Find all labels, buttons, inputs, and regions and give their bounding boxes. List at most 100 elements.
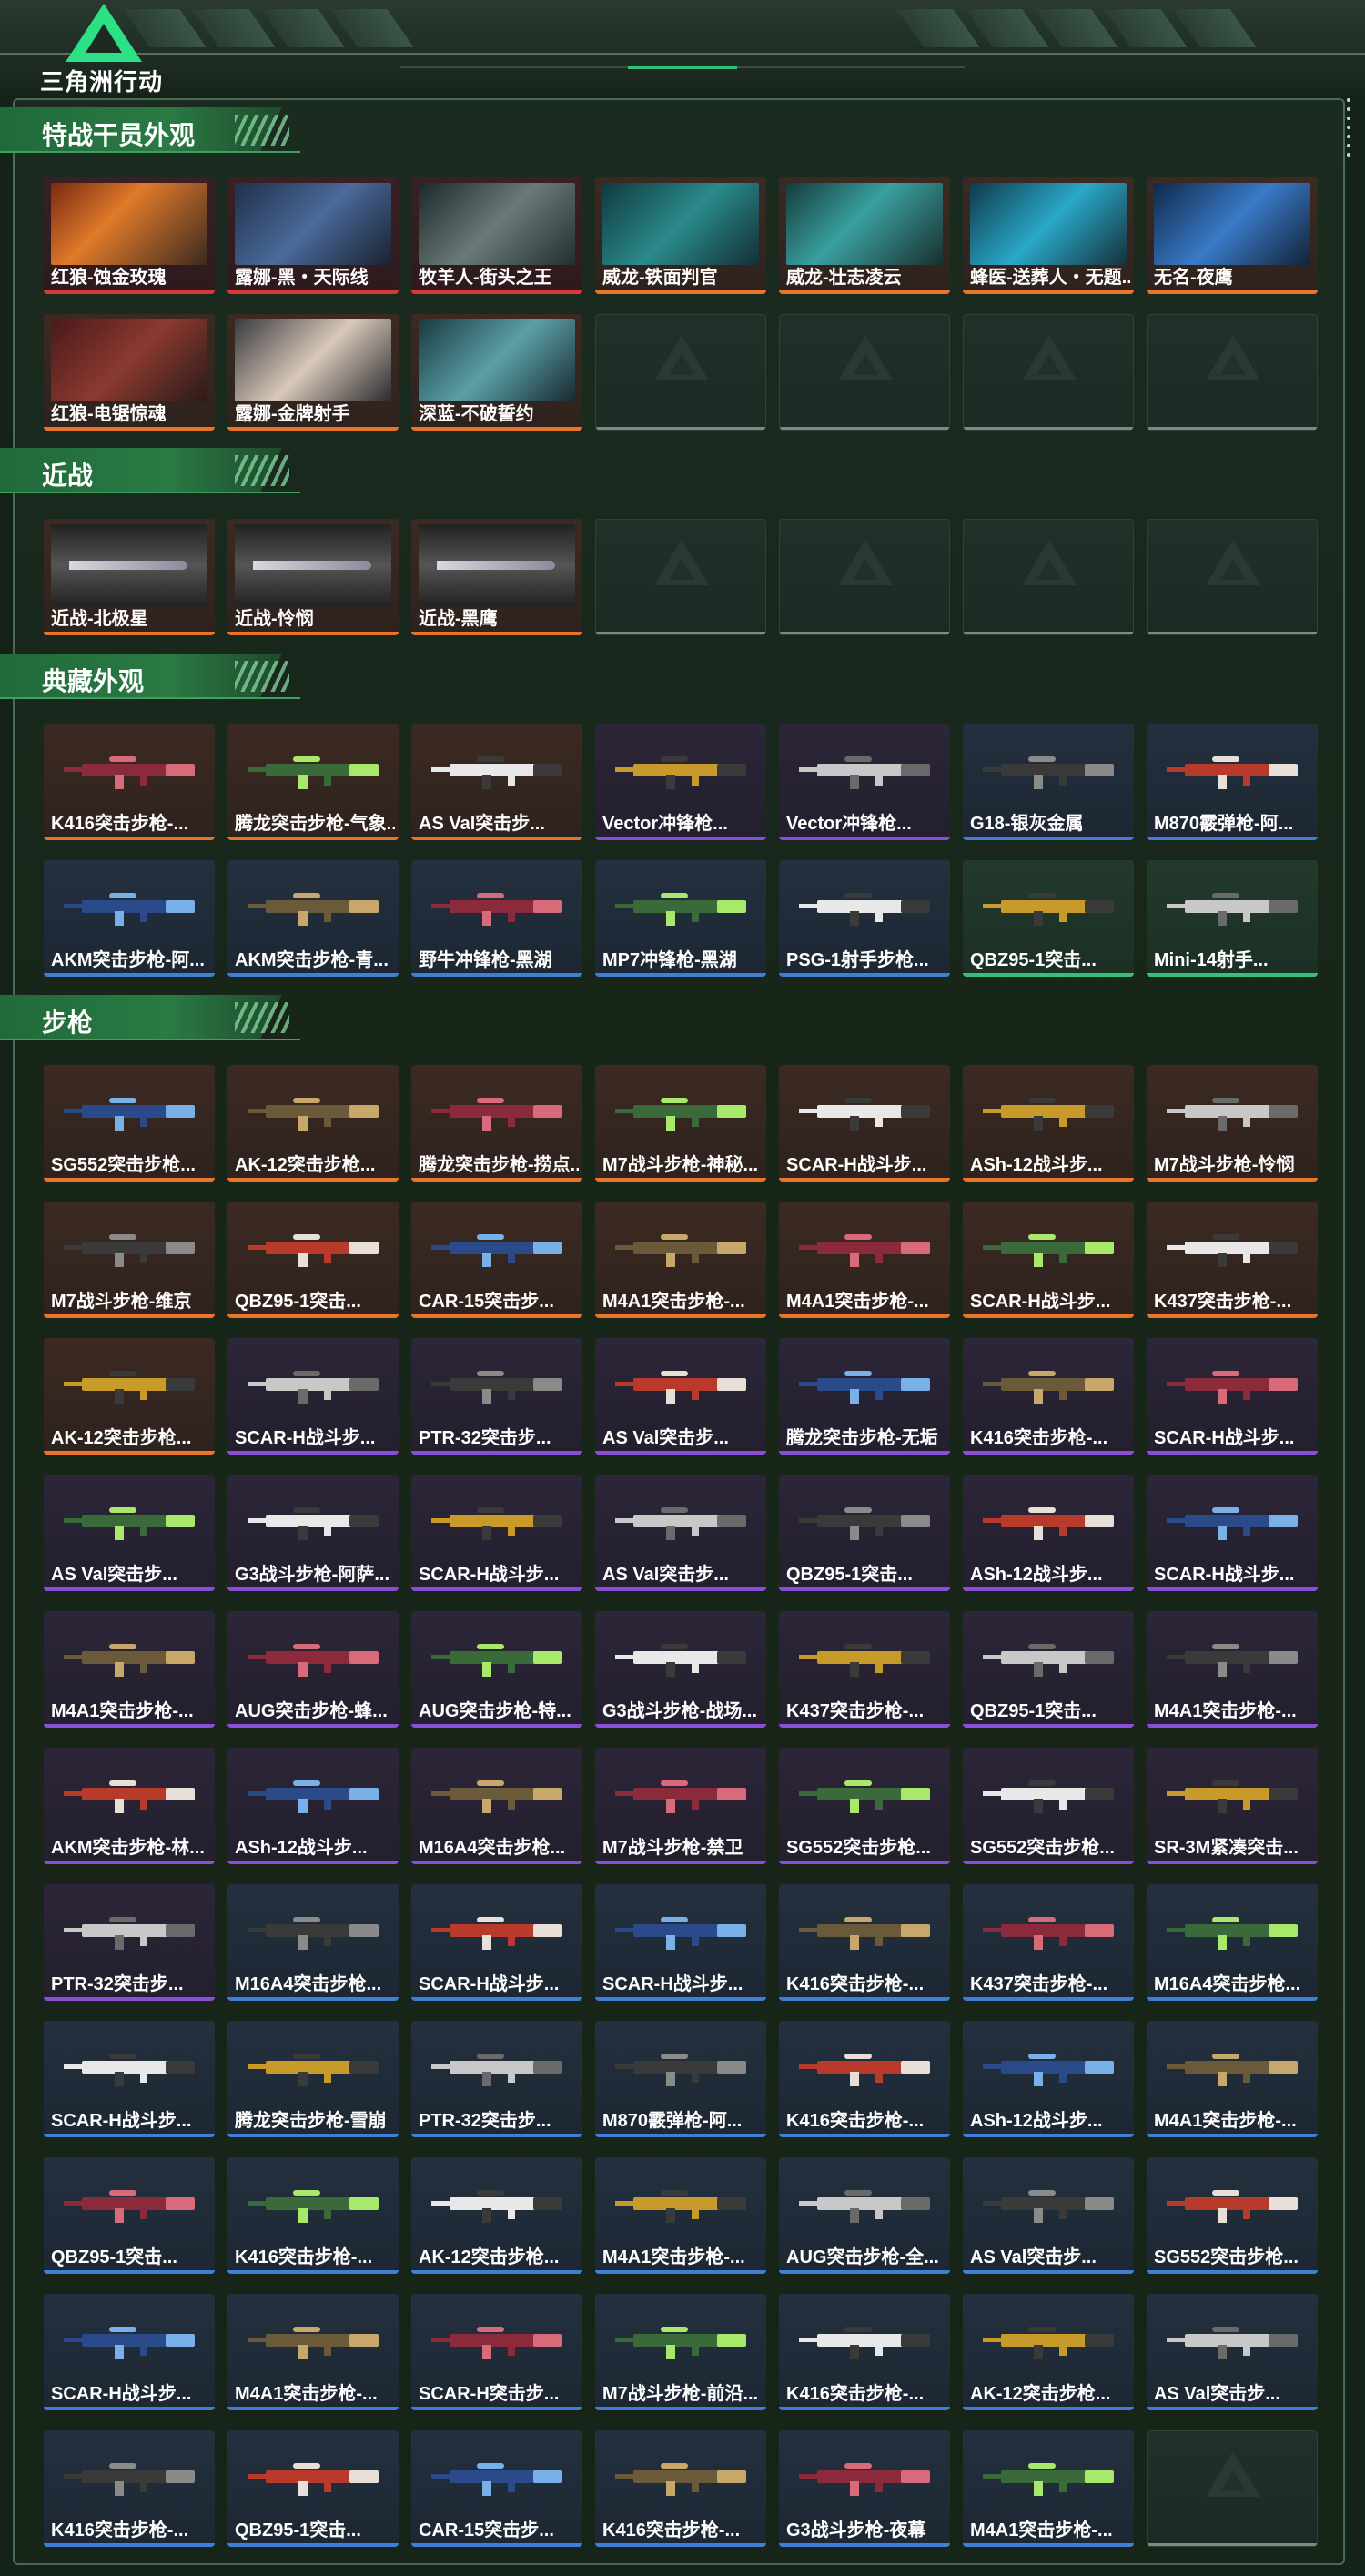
skin-card[interactable]: SCAR-H战斗步... [44, 2294, 215, 2410]
skin-card[interactable]: G18-银灰金属 [963, 724, 1134, 840]
skin-card[interactable]: AKM突击步枪-林... [44, 1748, 215, 1864]
skin-card[interactable]: SCAR-H战斗步... [963, 1202, 1134, 1318]
skin-card[interactable]: SCAR-H战斗步... [1147, 1338, 1318, 1455]
skin-card[interactable]: 深蓝-不破誓约 [411, 314, 582, 431]
skin-card[interactable]: K416突击步枪-... [779, 1884, 950, 2001]
skin-card[interactable]: M7战斗步枪-维京 [44, 1202, 215, 1318]
skin-card[interactable]: G3战斗步枪-夜幕 [779, 2430, 950, 2547]
skin-card[interactable]: AS Val突击步... [1147, 2294, 1318, 2410]
skin-card[interactable]: 腾龙突击步枪-气象... [228, 724, 399, 840]
skin-card[interactable]: G3战斗步枪-阿萨... [228, 1475, 399, 1591]
scrollbar[interactable] [1345, 98, 1352, 162]
skin-card[interactable]: 野牛冲锋枪-黑湖 [411, 860, 582, 977]
skin-card[interactable]: AUG突击步枪-特... [411, 1611, 582, 1728]
skin-card[interactable]: 威龙-铁面判官 [595, 177, 766, 294]
skin-card[interactable]: M4A1突击步枪-... [963, 2430, 1134, 2547]
skin-card[interactable]: 近战-黑鹰 [411, 519, 582, 635]
skin-card[interactable]: PTR-32突击步... [44, 1884, 215, 2001]
skin-card[interactable]: ASh-12战斗步... [963, 1475, 1134, 1591]
skin-card[interactable]: SG552突击步枪... [963, 1748, 1134, 1864]
skin-card[interactable]: MP7冲锋枪-黑湖 [595, 860, 766, 977]
skin-card[interactable]: M4A1突击步枪-... [595, 2157, 766, 2274]
skin-card[interactable]: SCAR-H战斗步... [411, 1884, 582, 2001]
skin-card[interactable]: QBZ95-1突击... [779, 1475, 950, 1591]
skin-card[interactable]: M4A1突击步枪-... [228, 2294, 399, 2410]
skin-card[interactable]: M16A4突击步枪... [228, 1884, 399, 2001]
skin-card[interactable]: QBZ95-1突击... [44, 2157, 215, 2274]
skin-card[interactable]: SCAR-H战斗步... [1147, 1475, 1318, 1591]
skin-card[interactable]: K416突击步枪-... [779, 2294, 950, 2410]
skin-card[interactable]: SG552突击步枪... [44, 1065, 215, 1182]
skin-card[interactable]: AS Val突击步... [963, 2157, 1134, 2274]
skin-card[interactable]: Vector冲锋枪... [779, 724, 950, 840]
skin-card[interactable]: K416突击步枪-... [595, 2430, 766, 2547]
skin-card[interactable]: 牧羊人-街头之王 [411, 177, 582, 294]
skin-card[interactable]: 红狼-电锯惊魂 [44, 314, 215, 431]
skin-card[interactable]: 露娜-金牌射手 [228, 314, 399, 431]
skin-card[interactable]: SCAR-H战斗步... [595, 1884, 766, 2001]
skin-card[interactable]: AUG突击步枪-全... [779, 2157, 950, 2274]
skin-card[interactable]: K416突击步枪-... [963, 1338, 1134, 1455]
skin-card[interactable]: M7战斗步枪-神秘... [595, 1065, 766, 1182]
skin-card[interactable]: 近战-怜悯 [228, 519, 399, 635]
skin-card[interactable]: 近战-北极星 [44, 519, 215, 635]
skin-card[interactable]: SG552突击步枪... [1147, 2157, 1318, 2274]
skin-card[interactable]: 蜂医-送葬人・无题... [963, 177, 1134, 294]
skin-card[interactable]: M870霰弹枪-阿... [1147, 724, 1318, 840]
skin-card[interactable]: AK-12突击步枪... [228, 1065, 399, 1182]
skin-card[interactable]: AS Val突击步... [44, 1475, 215, 1591]
skin-card[interactable]: QBZ95-1突击... [963, 1611, 1134, 1728]
skin-card[interactable]: SCAR-H战斗步... [228, 1338, 399, 1455]
skin-card[interactable]: AS Val突击步... [411, 724, 582, 840]
skin-card[interactable]: K416突击步枪-... [779, 2021, 950, 2137]
skin-card[interactable]: CAR-15突击步... [411, 2430, 582, 2547]
skin-card[interactable]: M7战斗步枪-禁卫 [595, 1748, 766, 1864]
skin-card[interactable]: K437突击步枪-... [963, 1884, 1134, 2001]
skin-card[interactable]: M4A1突击步枪-... [595, 1202, 766, 1318]
skin-card[interactable]: AKM突击步枪-青... [228, 860, 399, 977]
skin-card[interactable]: SR-3M紧凑突击... [1147, 1748, 1318, 1864]
skin-card[interactable]: Mini-14射手... [1147, 860, 1318, 977]
skin-card[interactable]: AK-12突击步枪... [963, 2294, 1134, 2410]
skin-card[interactable]: SCAR-H战斗步... [779, 1065, 950, 1182]
skin-card[interactable]: SCAR-H战斗步... [44, 2021, 215, 2137]
skin-card[interactable]: PSG-1射手步枪... [779, 860, 950, 977]
skin-card[interactable]: 腾龙突击步枪-无垢 [779, 1338, 950, 1455]
skin-card[interactable]: AK-12突击步枪... [44, 1338, 215, 1455]
skin-card[interactable]: G3战斗步枪-战场... [595, 1611, 766, 1728]
skin-card[interactable]: 红狼-蚀金玫瑰 [44, 177, 215, 294]
skin-card[interactable]: 露娜-黑・天际线 [228, 177, 399, 294]
skin-card[interactable]: K416突击步枪-... [44, 2430, 215, 2547]
skin-card[interactable]: ASh-12战斗步... [963, 1065, 1134, 1182]
skin-card[interactable]: QBZ95-1突击... [228, 2430, 399, 2547]
skin-card[interactable]: SCAR-H突击步... [411, 2294, 582, 2410]
skin-card[interactable]: M870霰弹枪-阿... [595, 2021, 766, 2137]
skin-card[interactable]: ASh-12战斗步... [228, 1748, 399, 1864]
skin-card[interactable]: AS Val突击步... [595, 1338, 766, 1455]
skin-card[interactable]: M4A1突击步枪-... [779, 1202, 950, 1318]
skin-card[interactable]: M4A1突击步枪-... [44, 1611, 215, 1728]
skin-card[interactable]: Vector冲锋枪... [595, 724, 766, 840]
skin-card[interactable]: QBZ95-1突击... [963, 860, 1134, 977]
skin-card[interactable]: 无名-夜鹰 [1147, 177, 1318, 294]
skin-card[interactable]: M16A4突击步枪... [1147, 1884, 1318, 2001]
skin-card[interactable]: CAR-15突击步... [411, 1202, 582, 1318]
skin-card[interactable]: QBZ95-1突击... [228, 1202, 399, 1318]
skin-card[interactable]: AKM突击步枪-阿... [44, 860, 215, 977]
skin-card[interactable]: AUG突击步枪-蜂... [228, 1611, 399, 1728]
skin-card[interactable]: M4A1突击步枪-... [1147, 2021, 1318, 2137]
skin-card[interactable]: M4A1突击步枪-... [1147, 1611, 1318, 1728]
skin-card[interactable]: PTR-32突击步... [411, 2021, 582, 2137]
skin-card[interactable]: SCAR-H战斗步... [411, 1475, 582, 1591]
skin-card[interactable]: AK-12突击步枪... [411, 2157, 582, 2274]
skin-card[interactable]: K416突击步枪-... [228, 2157, 399, 2274]
skin-card[interactable]: K437突击步枪-... [779, 1611, 950, 1728]
skin-card[interactable]: 腾龙突击步枪-雪崩 [228, 2021, 399, 2137]
skin-card[interactable]: K437突击步枪-... [1147, 1202, 1318, 1318]
skin-card[interactable]: PTR-32突击步... [411, 1338, 582, 1455]
skin-card[interactable]: M16A4突击步枪... [411, 1748, 582, 1864]
skin-card[interactable]: M7战斗步枪-怜悯 [1147, 1065, 1318, 1182]
skin-card[interactable]: SG552突击步枪... [779, 1748, 950, 1864]
skin-card[interactable]: 腾龙突击步枪-捞点... [411, 1065, 582, 1182]
skin-card[interactable]: AS Val突击步... [595, 1475, 766, 1591]
